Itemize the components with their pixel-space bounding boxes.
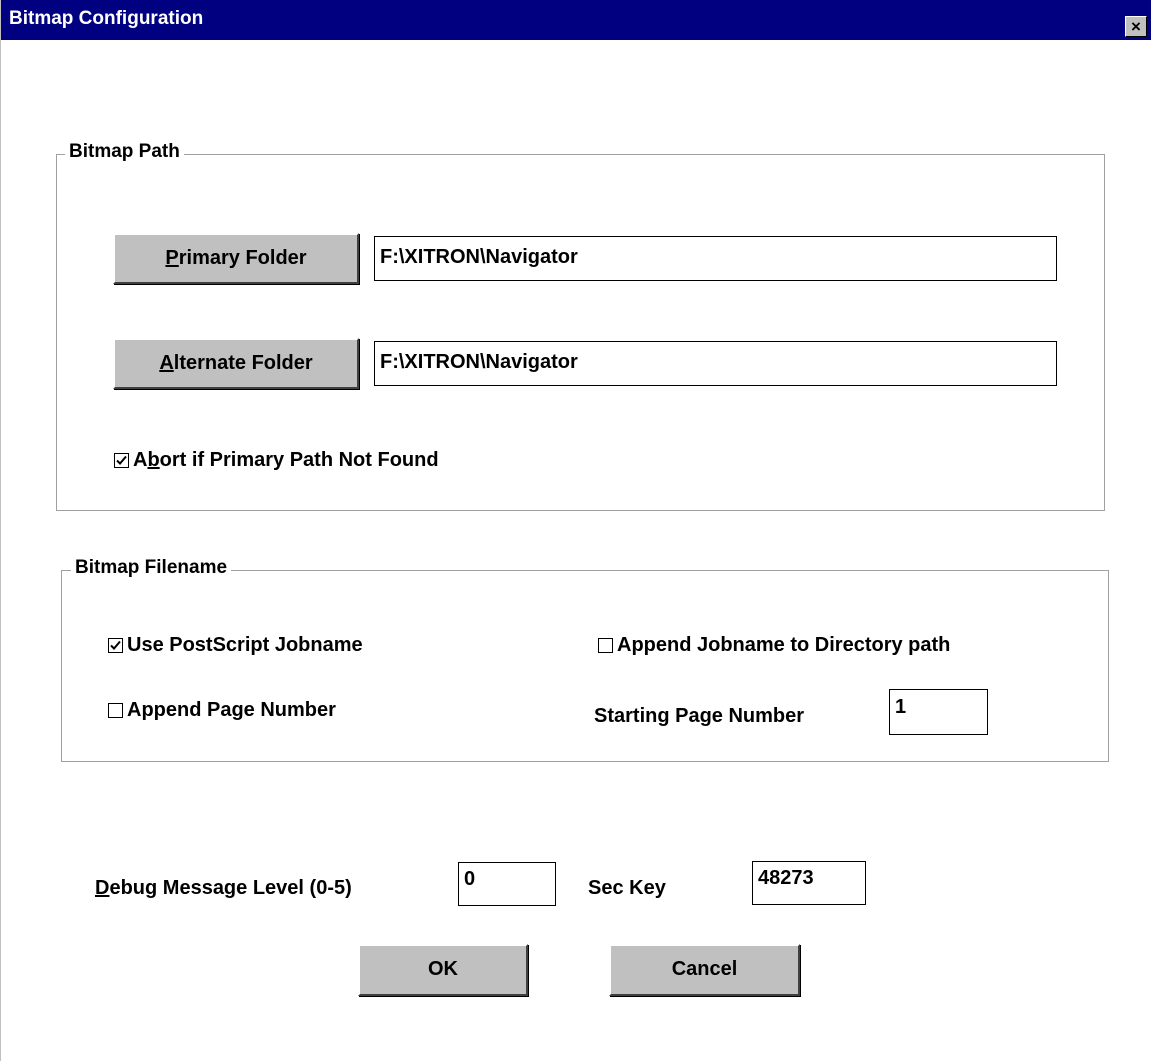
- checkmark-icon: [110, 640, 121, 650]
- use-postscript-jobname-checkbox[interactable]: Use PostScript Jobname: [108, 632, 363, 658]
- abort-checkbox-label: Abort if Primary Path Not Found: [133, 449, 439, 472]
- abort-checkbox-box[interactable]: [114, 452, 129, 468]
- primary-folder-button[interactable]: Primary Folder: [113, 233, 359, 284]
- debug-label-rest: ebug Message Level (0-5): [109, 877, 352, 899]
- window-title: Bitmap Configuration: [9, 8, 204, 29]
- title-bar[interactable]: Bitmap Configuration ×: [1, 0, 1151, 40]
- primary-folder-mnemonic: P: [165, 247, 179, 269]
- alternate-folder-mnemonic: A: [159, 352, 174, 374]
- primary-folder-label: rimary Folder: [178, 247, 307, 269]
- close-icon: ×: [1131, 17, 1141, 36]
- abort-label-part2: ort if Primary Path Not Found: [159, 448, 439, 471]
- alternate-folder-label: lternate Folder: [173, 352, 313, 374]
- debug-message-level-input[interactable]: 0: [458, 862, 556, 906]
- primary-folder-input[interactable]: F:\XITRON\Navigator: [374, 236, 1057, 281]
- cancel-label: Cancel: [671, 958, 738, 980]
- append-page-number-checkbox-box[interactable]: [108, 702, 123, 718]
- use-jobname-checkbox-box[interactable]: [108, 637, 123, 653]
- abort-label-mnemonic: b: [147, 448, 160, 471]
- debug-label-mnemonic: D: [95, 877, 110, 899]
- sec-key-input[interactable]: 48273: [752, 861, 866, 905]
- append-jobname-label: Append Jobname to Directory path: [617, 633, 951, 656]
- append-jobname-directory-checkbox[interactable]: Append Jobname to Directory path: [598, 632, 950, 658]
- cancel-button[interactable]: Cancel: [609, 944, 800, 996]
- abort-label-part1: A: [133, 448, 148, 471]
- alternate-folder-button[interactable]: Alternate Folder: [113, 338, 359, 389]
- append-page-number-checkbox[interactable]: Append Page Number: [108, 697, 336, 723]
- append-jobname-checkbox-box[interactable]: [598, 637, 613, 653]
- ok-button[interactable]: OK: [358, 944, 528, 996]
- abort-if-not-found-checkbox[interactable]: Abort if Primary Path Not Found: [114, 447, 439, 473]
- alternate-folder-input[interactable]: F:\XITRON\Navigator: [374, 341, 1057, 386]
- close-button[interactable]: ×: [1125, 16, 1147, 37]
- starting-page-number-label: Starting Page Number: [594, 705, 805, 727]
- bitmap-configuration-dialog: Bitmap Configuration × Bitmap Path Prima…: [0, 0, 1151, 1061]
- bitmap-filename-group-label: Bitmap Filename: [71, 557, 232, 579]
- ok-label: OK: [428, 958, 458, 980]
- starting-page-number-input[interactable]: 1: [889, 689, 988, 735]
- sec-key-label: Sec Key: [588, 877, 666, 899]
- append-page-number-label: Append Page Number: [127, 698, 336, 721]
- use-jobname-label: Use PostScript Jobname: [127, 633, 363, 656]
- debug-message-level-label: Debug Message Level (0-5): [95, 877, 352, 900]
- bitmap-path-group-label: Bitmap Path: [65, 141, 184, 163]
- checkmark-icon: [116, 455, 127, 465]
